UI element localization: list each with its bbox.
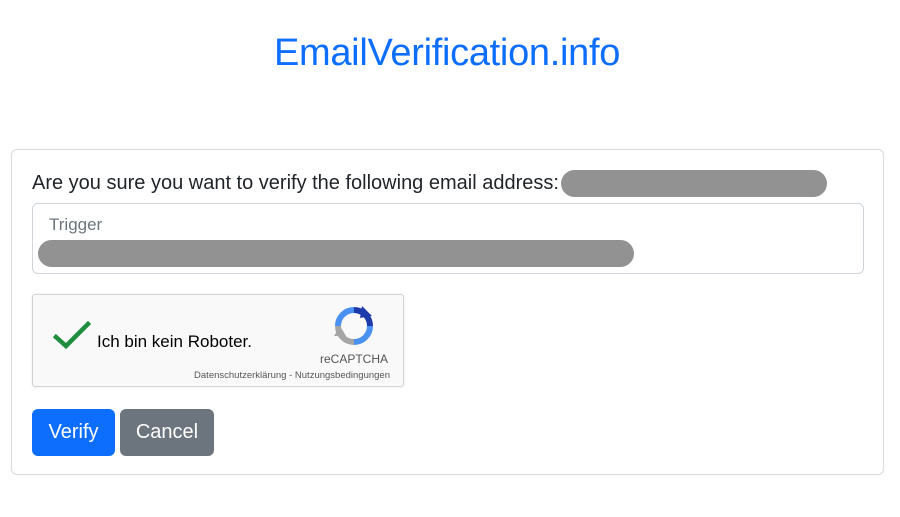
verify-question-row: Are you sure you want to verify the foll…: [32, 169, 827, 197]
trigger-field[interactable]: Trigger: [32, 203, 864, 274]
verify-button[interactable]: Verify: [32, 409, 115, 456]
site-title: EmailVerification.info: [273, 32, 621, 74]
cancel-button[interactable]: Cancel: [120, 409, 214, 456]
terms-link[interactable]: Nutzungsbedingungen: [295, 370, 390, 381]
recaptcha-widget: Ich bin kein Roboter. reCAPTCHA Datensch…: [32, 294, 404, 387]
redacted-email-address: [560, 169, 827, 197]
trigger-label: Trigger: [49, 215, 103, 234]
links-separator: -: [286, 370, 295, 381]
redacted-trigger-value: [38, 240, 634, 267]
recaptcha-brand-text: reCAPTCHA: [319, 352, 388, 366]
checkmark-icon[interactable]: [52, 320, 92, 351]
verification-card: Are you sure you want to verify the foll…: [11, 149, 884, 475]
recaptcha-links: Datenschutzerklärung - Nutzungsbedingung…: [194, 370, 390, 381]
recaptcha-logo-icon: [334, 306, 374, 346]
recaptcha-label: Ich bin kein Roboter.: [97, 332, 252, 351]
verify-question-text: Are you sure you want to verify the foll…: [32, 171, 559, 194]
privacy-link[interactable]: Datenschutzerklärung: [194, 370, 286, 381]
